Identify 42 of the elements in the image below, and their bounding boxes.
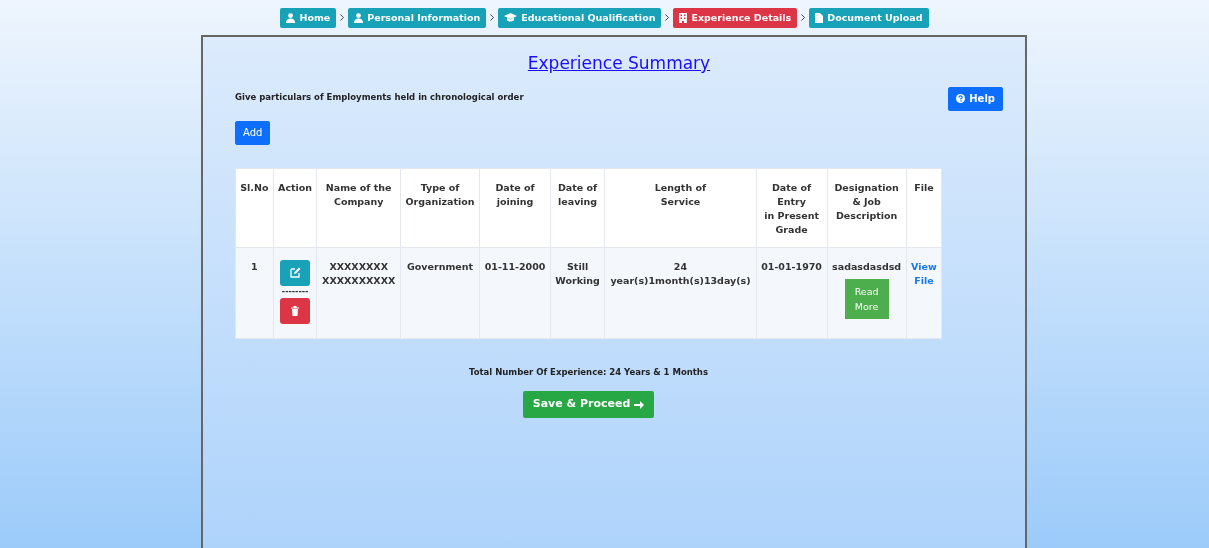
read-more-button[interactable]: Read More bbox=[844, 278, 889, 319]
column-header: Date of Entry in Present Grade bbox=[756, 168, 827, 247]
column-header: Action bbox=[273, 168, 317, 247]
help-button[interactable]: Help bbox=[948, 86, 1003, 111]
step-tab[interactable]: Home bbox=[280, 7, 337, 28]
column-header: Sl.No bbox=[235, 168, 274, 247]
user-icon bbox=[354, 12, 364, 23]
arrow-right-icon bbox=[634, 399, 645, 410]
table-cell: Still Working bbox=[550, 247, 605, 338]
total-experience-text: Total Number Of Experience: 24 Years & 1 Months bbox=[468, 365, 709, 379]
trash-icon bbox=[291, 305, 300, 316]
table-cell: 01-11-2000 bbox=[479, 247, 551, 338]
edit-icon bbox=[289, 267, 301, 278]
instruction-text: Give particulars of Employments held in chronological order bbox=[235, 90, 524, 104]
user-icon bbox=[286, 12, 296, 23]
column-header: Date of joining bbox=[479, 168, 551, 247]
column-header: Date of leaving bbox=[550, 168, 605, 247]
step-tab[interactable]: Personal Information bbox=[348, 7, 487, 28]
step-tab[interactable]: Experience Details bbox=[673, 7, 798, 28]
file-icon bbox=[815, 12, 824, 23]
graduation-cap-icon bbox=[504, 13, 518, 22]
table-cell: 1 bbox=[235, 247, 274, 338]
edit-button[interactable] bbox=[280, 259, 311, 286]
table-cell: 01-01-1970 bbox=[756, 247, 827, 338]
add-button[interactable]: Add bbox=[235, 120, 271, 145]
delete-button[interactable] bbox=[280, 297, 311, 324]
page-title-link[interactable]: Experience Summary bbox=[527, 37, 711, 77]
table-cell: Government bbox=[400, 247, 480, 338]
column-header: Name of the Company bbox=[316, 168, 401, 247]
table-cell: 24 year(s)1month(s)13day(s) bbox=[604, 247, 757, 338]
column-header: File bbox=[906, 168, 942, 247]
column-header: Designation & Job Description bbox=[827, 168, 907, 247]
column-header: Length of Service bbox=[604, 168, 757, 247]
step-tab[interactable]: Document Upload bbox=[809, 7, 929, 28]
table-cell: XXXXXXXX XXXXXXXXXX bbox=[316, 247, 401, 338]
column-header: Type of Organization bbox=[400, 168, 480, 247]
building-icon bbox=[679, 12, 688, 23]
step-tab[interactable]: Educational Qualification bbox=[498, 7, 662, 28]
separator-text: -------- bbox=[280, 286, 310, 297]
save-proceed-button[interactable]: Save & Proceed bbox=[522, 391, 655, 418]
help-icon bbox=[956, 94, 966, 103]
designation-text: sadasdasdsd bbox=[831, 259, 902, 274]
